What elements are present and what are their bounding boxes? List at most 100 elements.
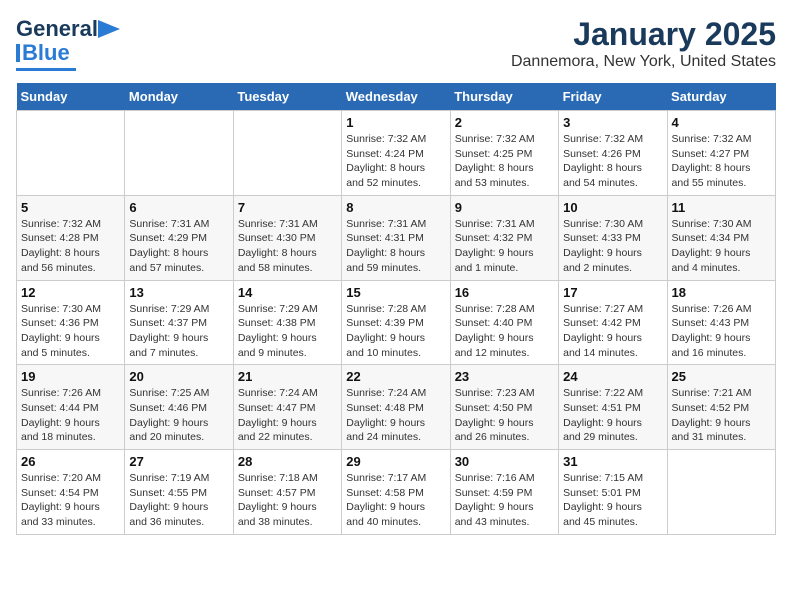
day-number: 1 [346,115,445,130]
calendar-cell: 18Sunrise: 7:26 AM Sunset: 4:43 PM Dayli… [667,280,775,365]
calendar-cell: 27 Sunrise: 7:19 AM Sunset: 4:55 PM Dayli… [125,450,233,535]
day-number: 3 [563,115,662,130]
day-number: 30 [455,454,554,469]
calendar-cell: 5 Sunrise: 7:32 AM Sunset: 4:28 PM Daylig… [17,195,125,280]
day-number: 26 [21,454,120,469]
day-info: Sunrise: 7:31 AM Sunset: 4:31 PM Dayligh… [346,217,445,276]
calendar-cell: 9Sunrise: 7:31 AM Sunset: 4:32 PM Daylig… [450,195,558,280]
calendar-week-row: 26 Sunrise: 7:20 AM Sunset: 4:54 PM Dayli… [17,450,776,535]
day-info: Sunrise: 7:19 AM Sunset: 4:55 PM Dayligh… [129,471,228,530]
day-info: Sunrise: 7:25 AM Sunset: 4:46 PM Dayligh… [129,386,228,445]
day-number: 13 [129,285,228,300]
day-number: 22 [346,369,445,384]
day-number: 20 [129,369,228,384]
day-number: 2 [455,115,554,130]
day-number: 5 [21,200,120,215]
day-info: Sunrise: 7:32 AM Sunset: 4:24 PM Dayligh… [346,132,445,191]
day-info: Sunrise: 7:30 AM Sunset: 4:33 PM Dayligh… [563,217,662,276]
calendar-cell: 20 Sunrise: 7:25 AM Sunset: 4:46 PM Dayli… [125,365,233,450]
logo: General Blue [16,16,120,71]
col-saturday: Saturday [667,83,775,111]
calendar-cell: 23 Sunrise: 7:23 AM Sunset: 4:50 PM Dayli… [450,365,558,450]
day-info: Sunrise: 7:26 AM Sunset: 4:44 PM Dayligh… [21,386,120,445]
day-info: Sunrise: 7:20 AM Sunset: 4:54 PM Dayligh… [21,471,120,530]
day-number: 14 [238,285,337,300]
day-number: 24 [563,369,662,384]
calendar-cell [667,450,775,535]
day-info: Sunrise: 7:22 AM Sunset: 4:51 PM Dayligh… [563,386,662,445]
day-number: 16 [455,285,554,300]
calendar-cell: 13 Sunrise: 7:29 AM Sunset: 4:37 PM Dayli… [125,280,233,365]
day-number: 8 [346,200,445,215]
day-number: 31 [563,454,662,469]
day-info: Sunrise: 7:32 AM Sunset: 4:27 PM Dayligh… [672,132,771,191]
calendar-cell: 25 Sunrise: 7:21 AM Sunset: 4:52 PM Dayli… [667,365,775,450]
col-sunday: Sunday [17,83,125,111]
day-number: 15 [346,285,445,300]
calendar-cell: 1 Sunrise: 7:32 AM Sunset: 4:24 PM Daylig… [342,111,450,196]
calendar-cell [233,111,341,196]
calendar-week-row: 12Sunrise: 7:30 AM Sunset: 4:36 PM Dayli… [17,280,776,365]
col-friday: Friday [559,83,667,111]
day-info: Sunrise: 7:27 AM Sunset: 4:42 PM Dayligh… [563,302,662,361]
logo-arrow-icon [98,20,120,38]
calendar-cell: 3 Sunrise: 7:32 AM Sunset: 4:26 PM Daylig… [559,111,667,196]
day-number: 25 [672,369,771,384]
calendar-cell: 31Sunrise: 7:15 AM Sunset: 5:01 PM Dayli… [559,450,667,535]
calendar-cell: 16 Sunrise: 7:28 AM Sunset: 4:40 PM Dayli… [450,280,558,365]
day-info: Sunrise: 7:29 AM Sunset: 4:37 PM Dayligh… [129,302,228,361]
day-info: Sunrise: 7:24 AM Sunset: 4:48 PM Dayligh… [346,386,445,445]
day-number: 17 [563,285,662,300]
calendar-week-row: 1 Sunrise: 7:32 AM Sunset: 4:24 PM Daylig… [17,111,776,196]
calendar-cell: 28Sunrise: 7:18 AM Sunset: 4:57 PM Dayli… [233,450,341,535]
day-number: 11 [672,200,771,215]
calendar-subtitle: Dannemora, New York, United States [511,53,776,71]
calendar-cell: 2Sunrise: 7:32 AM Sunset: 4:25 PM Daylig… [450,111,558,196]
calendar-cell [17,111,125,196]
calendar-cell: 26 Sunrise: 7:20 AM Sunset: 4:54 PM Dayli… [17,450,125,535]
calendar-cell: 22 Sunrise: 7:24 AM Sunset: 4:48 PM Dayli… [342,365,450,450]
day-info: Sunrise: 7:31 AM Sunset: 4:30 PM Dayligh… [238,217,337,276]
day-info: Sunrise: 7:18 AM Sunset: 4:57 PM Dayligh… [238,471,337,530]
logo-general: General [16,16,98,42]
calendar-cell: 30 Sunrise: 7:16 AM Sunset: 4:59 PM Dayli… [450,450,558,535]
calendar-cell: 11 Sunrise: 7:30 AM Sunset: 4:34 PM Dayli… [667,195,775,280]
calendar-cell: 4 Sunrise: 7:32 AM Sunset: 4:27 PM Daylig… [667,111,775,196]
day-info: Sunrise: 7:28 AM Sunset: 4:40 PM Dayligh… [455,302,554,361]
day-info: Sunrise: 7:17 AM Sunset: 4:58 PM Dayligh… [346,471,445,530]
logo-underline [16,68,76,71]
col-thursday: Thursday [450,83,558,111]
calendar-cell: 15 Sunrise: 7:28 AM Sunset: 4:39 PM Dayli… [342,280,450,365]
day-info: Sunrise: 7:23 AM Sunset: 4:50 PM Dayligh… [455,386,554,445]
calendar-title: January 2025 [511,16,776,53]
calendar-cell: 17 Sunrise: 7:27 AM Sunset: 4:42 PM Dayli… [559,280,667,365]
day-number: 6 [129,200,228,215]
day-number: 7 [238,200,337,215]
logo-blue: Blue [22,40,70,66]
calendar-cell: 6 Sunrise: 7:31 AM Sunset: 4:29 PM Daylig… [125,195,233,280]
day-number: 10 [563,200,662,215]
day-number: 18 [672,285,771,300]
day-info: Sunrise: 7:32 AM Sunset: 4:26 PM Dayligh… [563,132,662,191]
day-number: 27 [129,454,228,469]
title-block: January 2025 Dannemora, New York, United… [511,16,776,71]
day-info: Sunrise: 7:32 AM Sunset: 4:28 PM Dayligh… [21,217,120,276]
calendar-cell: 8 Sunrise: 7:31 AM Sunset: 4:31 PM Daylig… [342,195,450,280]
day-number: 23 [455,369,554,384]
day-info: Sunrise: 7:29 AM Sunset: 4:38 PM Dayligh… [238,302,337,361]
day-info: Sunrise: 7:30 AM Sunset: 4:34 PM Dayligh… [672,217,771,276]
calendar-week-row: 5 Sunrise: 7:32 AM Sunset: 4:28 PM Daylig… [17,195,776,280]
col-monday: Monday [125,83,233,111]
day-info: Sunrise: 7:31 AM Sunset: 4:29 PM Dayligh… [129,217,228,276]
calendar-cell: 29Sunrise: 7:17 AM Sunset: 4:58 PM Dayli… [342,450,450,535]
calendar-week-row: 19Sunrise: 7:26 AM Sunset: 4:44 PM Dayli… [17,365,776,450]
calendar-cell: 7 Sunrise: 7:31 AM Sunset: 4:30 PM Daylig… [233,195,341,280]
day-info: Sunrise: 7:31 AM Sunset: 4:32 PM Dayligh… [455,217,554,276]
day-info: Sunrise: 7:16 AM Sunset: 4:59 PM Dayligh… [455,471,554,530]
day-number: 4 [672,115,771,130]
day-info: Sunrise: 7:28 AM Sunset: 4:39 PM Dayligh… [346,302,445,361]
day-number: 12 [21,285,120,300]
calendar-cell: 10 Sunrise: 7:30 AM Sunset: 4:33 PM Dayli… [559,195,667,280]
day-info: Sunrise: 7:21 AM Sunset: 4:52 PM Dayligh… [672,386,771,445]
calendar-cell: 12Sunrise: 7:30 AM Sunset: 4:36 PM Dayli… [17,280,125,365]
